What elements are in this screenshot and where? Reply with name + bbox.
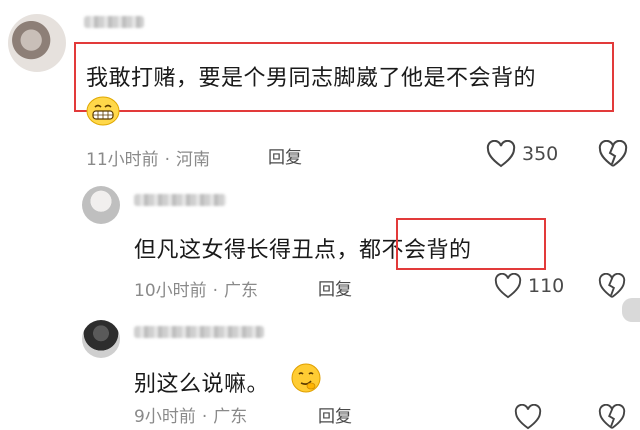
username-blurred[interactable] <box>134 326 264 338</box>
smirk-emoji-icon <box>290 362 322 394</box>
heart-icon[interactable] <box>514 404 542 430</box>
avatar[interactable] <box>82 320 120 358</box>
timestamp: 10小时前 <box>134 281 207 301</box>
heart-icon[interactable] <box>494 273 522 299</box>
like-count: 110 <box>528 275 565 297</box>
broken-heart-icon[interactable] <box>598 404 626 430</box>
timestamp: 11小时前 <box>86 150 159 170</box>
comment-meta: 10小时前 · 广东 <box>134 281 259 301</box>
location: 广东 <box>213 407 248 427</box>
username-blurred[interactable] <box>84 16 144 28</box>
broken-heart-icon[interactable] <box>598 140 628 168</box>
highlight-box <box>396 218 546 270</box>
scrollbar-handle[interactable] <box>622 298 640 322</box>
location: 河南 <box>176 150 211 170</box>
comment-text: 别这么说嘛。 <box>134 372 270 397</box>
avatar[interactable] <box>82 186 120 224</box>
reply-button[interactable]: 回复 <box>268 143 302 168</box>
broken-heart-icon[interactable] <box>598 273 626 299</box>
username-blurred[interactable] <box>134 194 226 206</box>
location: 广东 <box>224 281 259 301</box>
like-count: 350 <box>522 143 559 165</box>
reply-button[interactable]: 回复 <box>318 275 352 300</box>
heart-icon[interactable] <box>486 140 516 168</box>
avatar[interactable] <box>8 14 66 72</box>
comment-text: 我敢打赌，要是个男同志脚崴了他是不会背的 <box>86 66 537 91</box>
comment-meta: 9小时前 · 广东 <box>134 407 248 427</box>
comment-text-prefix: 但凡这女得长得丑点， <box>134 238 360 263</box>
reply-button[interactable]: 回复 <box>318 402 352 427</box>
comment-meta: 11小时前 · 河南 <box>86 150 211 170</box>
grinning-emoji-icon <box>86 96 120 126</box>
timestamp: 9小时前 <box>134 407 196 427</box>
